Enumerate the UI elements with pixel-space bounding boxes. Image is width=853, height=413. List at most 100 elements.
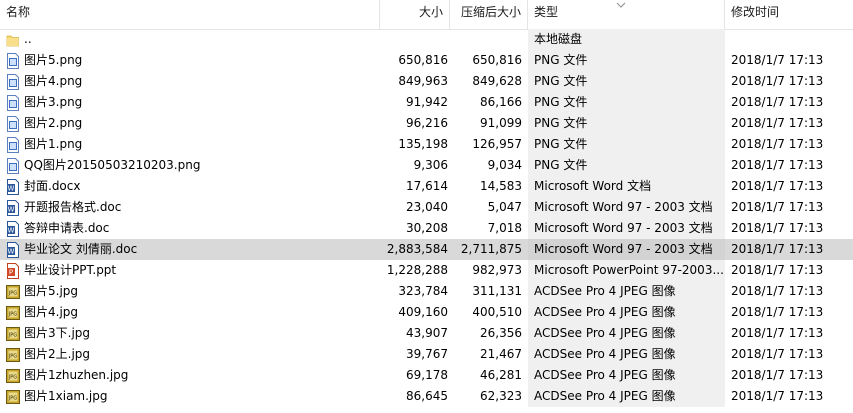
file-modified: 2018/1/7 17:13 (731, 305, 824, 319)
file-type: PNG 文件 (528, 155, 725, 176)
file-name-cell: JPG 图片1xiam.jpg (0, 386, 380, 407)
file-modified: 2018/1/7 17:13 (731, 263, 824, 277)
column-header-size[interactable]: 大小 (380, 0, 450, 29)
png-file-icon (6, 157, 20, 174)
file-name-cell: W 毕业论文 刘倩丽.doc (0, 239, 380, 260)
file-size: 91,942 (406, 95, 448, 109)
file-packed-size: 5,047 (487, 200, 522, 214)
file-packed-size: 62,323 (480, 389, 522, 403)
png-file-icon (6, 115, 20, 132)
png-file-icon (6, 136, 20, 153)
file-row[interactable]: JPG 图片2上.jpg 39,767 21,467 ACDSee Pro 4 JPEG… (0, 344, 853, 365)
file-row[interactable]: JPG 图片3下.jpg 43,907 26,356 ACDSee Pro 4 JPEG… (0, 323, 853, 344)
file-packed-size: 21,467 (480, 347, 522, 361)
file-type: Microsoft Word 文档 (528, 176, 725, 197)
file-row[interactable]: W 毕业论文 刘倩丽.doc 2,883,584 2,711,875 Microsoft… (0, 239, 853, 260)
sort-descending-icon (616, 2, 626, 8)
svg-text:JPG: JPG (8, 311, 17, 317)
svg-text:W: W (8, 184, 15, 192)
column-header-packed-size[interactable]: 压缩后大小 (450, 0, 528, 29)
column-header-name[interactable]: 名称 (0, 0, 380, 29)
file-modified: 2018/1/7 17:13 (731, 53, 824, 67)
file-row[interactable]: QQ图片20150503210203.png 9,306 9,034 PNG 文件 20… (0, 155, 853, 176)
file-size: 2,883,584 (386, 242, 448, 256)
file-row[interactable]: W 开题报告格式.doc 23,040 5,047 Microsoft Word 97 … (0, 197, 853, 218)
file-size: 86,645 (406, 389, 448, 403)
file-type: PNG 文件 (528, 134, 725, 155)
jpeg-file-icon: JPG (6, 368, 20, 384)
column-header-modified[interactable]: 修改时间 (725, 0, 853, 29)
file-type: ACDSee Pro 4 JPEG 图像 (528, 281, 725, 302)
svg-text:W: W (8, 226, 15, 234)
column-header-type[interactable]: 类型 (528, 0, 725, 29)
file-name: 答辩申请表.doc (24, 221, 110, 235)
file-name: 毕业论文 刘倩丽.doc (24, 242, 138, 256)
file-name: QQ图片20150503210203.png (24, 158, 201, 172)
png-file-icon (6, 52, 20, 69)
file-rows: .. 本地磁盘 图片5.png 650,816 650,816 PNG 文件 2018/1/… (0, 29, 853, 407)
file-type: PNG 文件 (528, 92, 725, 113)
file-type: 本地磁盘 (528, 29, 725, 50)
file-row[interactable]: JPG 图片5.jpg 323,784 311,131 ACDSee Pro 4 JPE… (0, 281, 853, 302)
file-name-cell: W 封面.docx (0, 176, 380, 197)
svg-text:JPG: JPG (8, 374, 17, 380)
file-type: ACDSee Pro 4 JPEG 图像 (528, 344, 725, 365)
file-row[interactable]: P 毕业设计PPT.ppt 1,228,288 982,973 Microsoft Po… (0, 260, 853, 281)
file-packed-size: 2,711,875 (460, 242, 522, 256)
file-type: ACDSee Pro 4 JPEG 图像 (528, 323, 725, 344)
word-file-icon: W (6, 199, 20, 216)
file-size: 135,198 (398, 137, 448, 151)
file-row[interactable]: JPG 图片4.jpg 409,160 400,510 ACDSee Pro 4 JPE… (0, 302, 853, 323)
file-modified: 2018/1/7 17:13 (731, 95, 824, 109)
word-file-icon: W (6, 220, 20, 237)
file-name: 图片3.png (24, 95, 83, 109)
file-row[interactable]: JPG 图片1zhuzhen.jpg 69,178 46,281 ACDSee Pro … (0, 365, 853, 386)
svg-text:P: P (9, 268, 13, 276)
file-row[interactable]: .. 本地磁盘 (0, 29, 853, 50)
file-modified: 2018/1/7 17:13 (731, 179, 824, 193)
file-packed-size (450, 29, 528, 50)
file-name: 毕业设计PPT.ppt (24, 263, 117, 277)
file-packed-size: 91,099 (480, 116, 522, 130)
word-file-icon: W (6, 241, 20, 258)
file-row[interactable]: 图片1.png 135,198 126,957 PNG 文件 2018/1/7 17:1… (0, 134, 853, 155)
file-row[interactable]: 图片3.png 91,942 86,166 PNG 文件 2018/1/7 17:13 (0, 92, 853, 113)
file-modified: 2018/1/7 17:13 (731, 221, 824, 235)
powerpoint-file-icon: P (6, 262, 20, 279)
file-row[interactable]: 图片2.png 96,216 91,099 PNG 文件 2018/1/7 17:13 (0, 113, 853, 134)
file-packed-size: 86,166 (480, 95, 522, 109)
column-header-bar: 名称 大小 压缩后大小 类型 修改时间 (0, 0, 853, 30)
file-modified: 2018/1/7 17:13 (731, 347, 824, 361)
file-modified: 2018/1/7 17:13 (731, 74, 824, 88)
file-name-cell: P 毕业设计PPT.ppt (0, 260, 380, 281)
file-name: 图片4.png (24, 74, 83, 88)
jpeg-file-icon: JPG (6, 326, 20, 342)
file-row[interactable]: 图片5.png 650,816 650,816 PNG 文件 2018/1/7 17:1… (0, 50, 853, 71)
svg-text:JPG: JPG (8, 332, 17, 338)
file-row[interactable]: JPG 图片1xiam.jpg 86,645 62,323 ACDSee Pro 4 J… (0, 386, 853, 407)
file-row[interactable]: W 封面.docx 17,614 14,583 Microsoft Word 文档 201… (0, 176, 853, 197)
file-size (380, 29, 450, 50)
file-modified: 2018/1/7 17:13 (731, 389, 824, 403)
svg-text:W: W (8, 205, 15, 213)
jpeg-file-icon: JPG (6, 389, 20, 405)
file-row[interactable]: W 答辩申请表.doc 30,208 7,018 Microsoft Word 97 -… (0, 218, 853, 239)
file-size: 43,907 (406, 326, 448, 340)
file-name-cell: JPG 图片2上.jpg (0, 344, 380, 365)
file-type: PNG 文件 (528, 71, 725, 92)
file-name-cell: 图片3.png (0, 92, 380, 113)
file-size: 409,160 (398, 305, 448, 319)
file-name-cell: JPG 图片5.jpg (0, 281, 380, 302)
file-packed-size: 400,510 (472, 305, 522, 319)
jpeg-file-icon: JPG (6, 305, 20, 321)
file-modified: 2018/1/7 17:13 (731, 326, 824, 340)
file-name-cell: W 开题报告格式.doc (0, 197, 380, 218)
file-name-cell: JPG 图片3下.jpg (0, 323, 380, 344)
file-row[interactable]: 图片4.png 849,963 849,628 PNG 文件 2018/1/7 17:1… (0, 71, 853, 92)
file-name-cell: W 答辩申请表.doc (0, 218, 380, 239)
file-size: 23,040 (406, 200, 448, 214)
file-name-cell: 图片1.png (0, 134, 380, 155)
jpeg-file-icon: JPG (6, 347, 20, 363)
file-modified: 2018/1/7 17:13 (731, 137, 824, 151)
file-modified: 2018/1/7 17:13 (731, 284, 824, 298)
